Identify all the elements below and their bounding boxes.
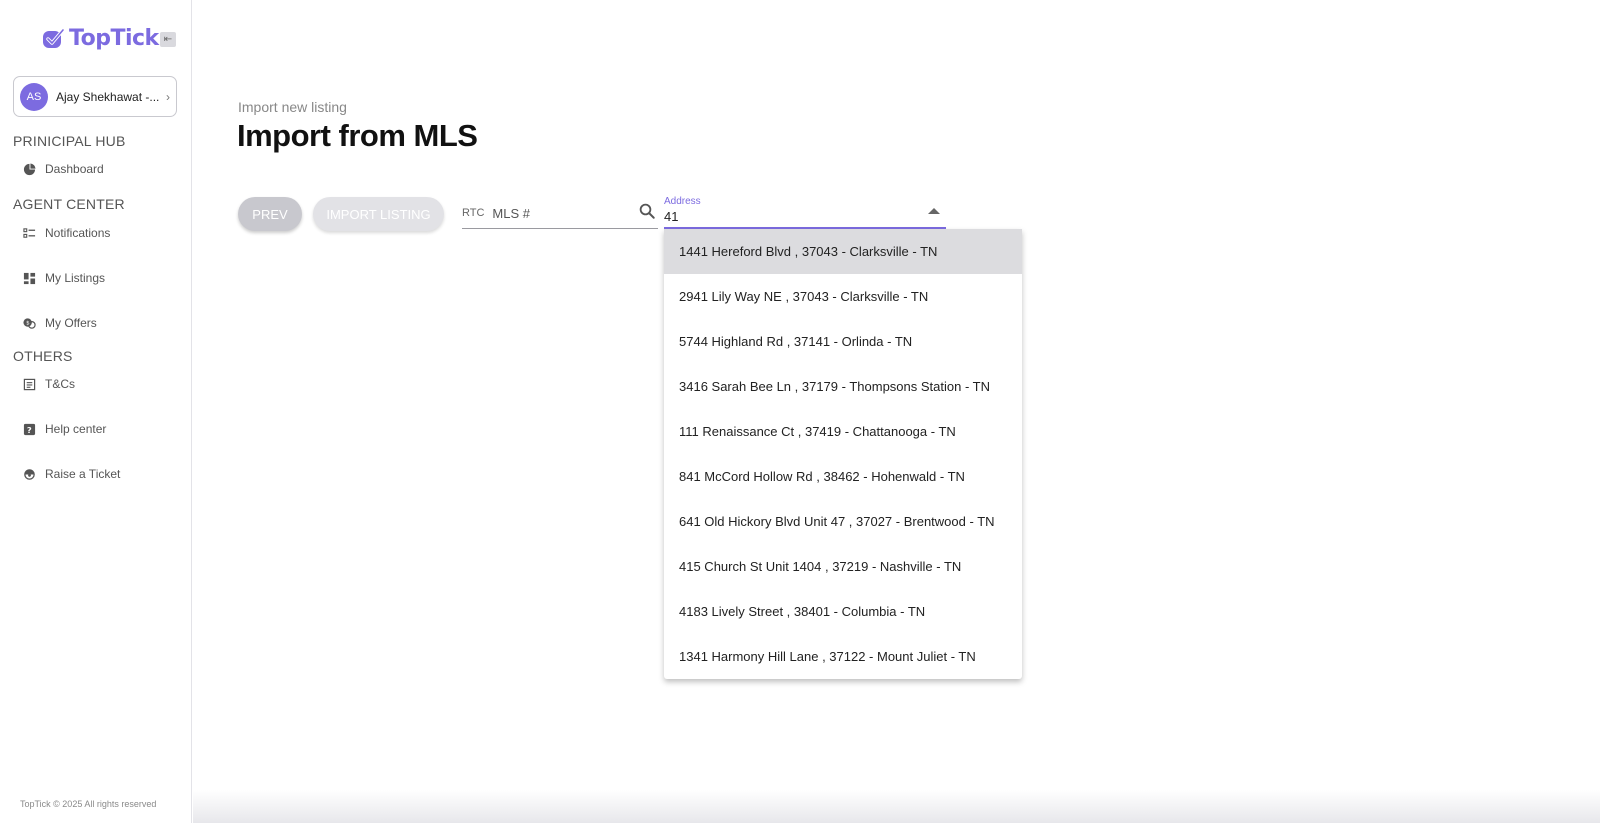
copyright-footer: TopTick © 2025 All rights reserved — [20, 799, 157, 809]
address-option[interactable]: 1341 Harmony Hill Lane , 37122 - Mount J… — [664, 634, 1022, 679]
sidebar: TopTick ⇤ AS Ajay Shekhawat -... › PRINI… — [0, 0, 192, 823]
section-title-others: OTHERS — [13, 348, 73, 364]
chevron-right-icon: › — [166, 89, 170, 104]
main-content: Import new listing Import from MLS PREV … — [193, 0, 1600, 823]
profile-name: Ajay Shekhawat -... — [56, 89, 160, 104]
help-icon: ? — [23, 423, 36, 435]
import-listing-button[interactable]: IMPORT LISTING — [313, 197, 444, 231]
address-option[interactable]: 641 Old Hickory Blvd Unit 47 , 37027 - B… — [664, 499, 1022, 544]
address-option[interactable]: 3416 Sarah Bee Ln , 37179 - Thompsons St… — [664, 364, 1022, 409]
pie-chart-icon — [23, 162, 36, 175]
address-suggestions-list: 1441 Hereford Blvd , 37043 - Clarksville… — [664, 229, 1022, 679]
brand[interactable]: TopTick — [41, 26, 159, 51]
sidebar-item-tcs[interactable]: T&Cs — [23, 377, 75, 391]
sidebar-item-my-offers[interactable]: $ My Offers — [23, 316, 97, 330]
address-field: Address — [664, 194, 946, 229]
section-title-agent-center: AGENT CENTER — [13, 196, 125, 212]
address-option[interactable]: 1441 Hereford Blvd , 37043 - Clarksville… — [664, 229, 1022, 274]
mls-input[interactable] — [492, 205, 633, 221]
mls-search-field: RTC — [462, 198, 658, 229]
sidebar-item-label: Notifications — [45, 226, 111, 240]
bottom-shadow — [193, 790, 1600, 823]
caret-up-icon[interactable] — [928, 208, 940, 214]
page-title: Import from MLS — [237, 118, 478, 153]
support-icon — [24, 468, 35, 480]
sidebar-item-help-center[interactable]: ? Help center — [23, 422, 106, 436]
sidebar-item-label: T&Cs — [45, 377, 75, 391]
address-label: Address — [664, 196, 701, 207]
address-input[interactable] — [664, 209, 904, 224]
sidebar-item-raise-ticket[interactable]: Raise a Ticket — [23, 467, 120, 481]
collapse-sidebar-button[interactable]: ⇤ — [160, 32, 176, 47]
address-option[interactable]: 5744 Highland Rd , 37141 - Orlinda - TN — [664, 319, 1022, 364]
search-icon[interactable] — [638, 202, 656, 220]
collapse-icon: ⇤ — [163, 33, 173, 45]
document-icon — [23, 378, 36, 390]
address-option[interactable]: 4183 Lively Street , 38401 - Columbia - … — [664, 589, 1022, 634]
grid-icon — [23, 272, 36, 284]
mls-prefix: RTC — [462, 207, 485, 219]
sidebar-item-label: My Offers — [45, 316, 97, 330]
breadcrumb: Import new listing — [238, 99, 347, 115]
sidebar-item-label: My Listings — [45, 271, 106, 285]
section-title-principal-hub: PRINICIPAL HUB — [13, 133, 126, 149]
logo-check-icon — [43, 27, 65, 48]
sidebar-item-label: Dashboard — [45, 162, 104, 176]
brand-name: TopTick — [69, 26, 159, 51]
svg-text:$: $ — [26, 320, 30, 326]
svg-text:?: ? — [27, 424, 32, 434]
sidebar-item-label: Raise a Ticket — [45, 467, 121, 481]
list-icon — [23, 227, 36, 238]
avatar: AS — [20, 82, 48, 111]
profile-switcher[interactable]: AS Ajay Shekhawat -... › — [13, 76, 177, 117]
sidebar-item-label: Help center — [45, 422, 107, 436]
address-option[interactable]: 841 McCord Hollow Rd , 38462 - Hohenwald… — [664, 454, 1022, 499]
sidebar-item-dashboard[interactable]: Dashboard — [23, 162, 104, 176]
address-option[interactable]: 415 Church St Unit 1404 , 37219 - Nashvi… — [664, 544, 1022, 589]
sidebar-item-my-listings[interactable]: My Listings — [23, 271, 105, 285]
sidebar-item-notifications[interactable]: Notifications — [23, 226, 110, 240]
address-option[interactable]: 2941 Lily Way NE , 37043 - Clarksville -… — [664, 274, 1022, 319]
prev-button[interactable]: PREV — [238, 197, 302, 231]
offers-icon: $ — [23, 317, 36, 329]
address-option[interactable]: 111 Renaissance Ct , 37419 - Chattanooga… — [664, 409, 1022, 454]
